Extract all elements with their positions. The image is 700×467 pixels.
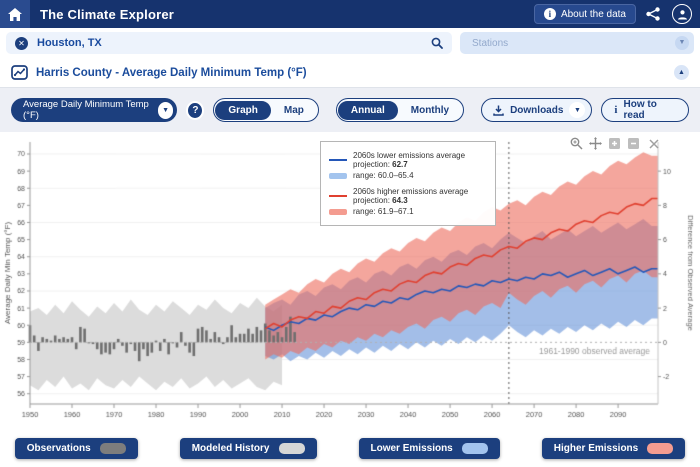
legend-toggle-higher-emissions[interactable]: Higher Emissions [542, 438, 685, 459]
higher-emissions-swatch [647, 443, 673, 454]
about-the-data-label: About the data [561, 9, 626, 20]
collapse-panel-button[interactable]: ▲ [674, 65, 689, 80]
account-button[interactable] [672, 4, 692, 24]
lower-emissions-line-swatch [329, 159, 347, 161]
info-icon: i [614, 104, 617, 116]
legend-toggle-modeled-history[interactable]: Modeled History [180, 438, 317, 459]
legend-label: Higher Emissions [554, 443, 638, 454]
lower-emissions-band-swatch [329, 173, 347, 179]
about-the-data-button[interactable]: i About the data [534, 4, 636, 24]
how-to-read-button[interactable]: i How to read [601, 98, 689, 122]
tooltip-label: 2060s higher emissions average projectio… [353, 187, 468, 205]
stations-select[interactable]: Stations ▼ [460, 32, 694, 54]
lower-emissions-swatch [462, 443, 488, 454]
home-button[interactable] [0, 0, 30, 28]
tooltip-row: 2060s higher emissions average projectio… [329, 187, 487, 205]
higher-emissions-line-swatch [329, 195, 347, 197]
app-title: The Climate Explorer [40, 7, 174, 22]
tooltip-row: range: 61.9–67.1 [329, 207, 487, 216]
tooltip-value: 64.3 [392, 196, 408, 205]
info-icon: i [544, 8, 556, 20]
tooltip-value: 62.7 [392, 160, 408, 169]
legend-label: Lower Emissions [371, 443, 453, 454]
tab-annual[interactable]: Annual [338, 101, 398, 120]
chevron-down-icon: ▼ [158, 102, 174, 119]
reset-zoom-icon[interactable] [648, 138, 660, 150]
share-button[interactable] [646, 7, 660, 21]
zoom-out-icon[interactable] [627, 137, 640, 150]
search-row: ✕ Houston, TX Stations ▼ [0, 28, 700, 58]
legend-toggle-observations[interactable]: Observations [15, 438, 138, 459]
location-search-input[interactable]: ✕ Houston, TX [6, 32, 452, 54]
tooltip-row: range: 60.0–65.4 [329, 171, 487, 180]
chart-line-icon [11, 65, 28, 80]
controls-bar: Average Daily Minimum Temp (°F) ▼ ? Grap… [0, 88, 700, 132]
clear-location-icon[interactable]: ✕ [15, 37, 28, 50]
panel-title: Harris County - Average Daily Minimum Te… [36, 67, 307, 79]
tab-map[interactable]: Map [271, 101, 317, 120]
observations-swatch [100, 443, 126, 454]
tooltip-row: 2060s lower emissions average projection… [329, 151, 487, 169]
downloads-button[interactable]: Downloads ▼ [481, 98, 592, 122]
variable-select-value: Average Daily Minimum Temp (°F) [23, 99, 158, 121]
zoom-in-icon[interactable] [608, 137, 621, 150]
modeled-history-swatch [279, 443, 305, 454]
download-icon [493, 105, 504, 116]
tooltip-label: 2060s lower emissions average projection… [353, 151, 465, 169]
graph-map-toggle: Graph Map [213, 98, 318, 122]
chevron-down-icon: ▼ [675, 36, 689, 50]
how-to-read-label: How to read [623, 99, 676, 121]
chevron-down-icon: ▼ [569, 102, 585, 118]
location-search-value: Houston, TX [37, 37, 422, 49]
variable-help-button[interactable]: ? [186, 101, 204, 120]
zoom-tool-icon[interactable] [570, 137, 583, 150]
stations-placeholder: Stations [472, 38, 508, 49]
app-header: The Climate Explorer i About the data [0, 0, 700, 28]
home-icon [8, 8, 22, 21]
tab-monthly[interactable]: Monthly [398, 101, 462, 120]
chart-toolbar [570, 137, 660, 150]
legend-toggle-lower-emissions[interactable]: Lower Emissions [359, 438, 500, 459]
chart-legend-bar: Observations Modeled History Lower Emiss… [0, 430, 700, 467]
downloads-label: Downloads [510, 105, 563, 116]
search-icon[interactable] [431, 37, 443, 49]
variable-select[interactable]: Average Daily Minimum Temp (°F) ▼ [11, 98, 177, 122]
chart-section: 2060s lower emissions average projection… [0, 132, 700, 430]
tooltip-value: 61.9–67.1 [378, 207, 414, 216]
panel-header: Harris County - Average Daily Minimum Te… [0, 58, 700, 88]
account-icon [677, 9, 688, 20]
tooltip-label: range: [353, 171, 376, 180]
share-icon [646, 7, 660, 21]
tab-graph[interactable]: Graph [215, 101, 270, 120]
annual-monthly-toggle: Annual Monthly [336, 98, 464, 122]
tooltip-value: 60.0–65.4 [378, 171, 414, 180]
higher-emissions-band-swatch [329, 209, 347, 215]
legend-label: Observations [27, 443, 91, 454]
pan-tool-icon[interactable] [589, 137, 602, 150]
projection-summary-tooltip: 2060s lower emissions average projection… [320, 141, 496, 226]
tooltip-label: range: [353, 207, 376, 216]
legend-label: Modeled History [192, 443, 270, 454]
